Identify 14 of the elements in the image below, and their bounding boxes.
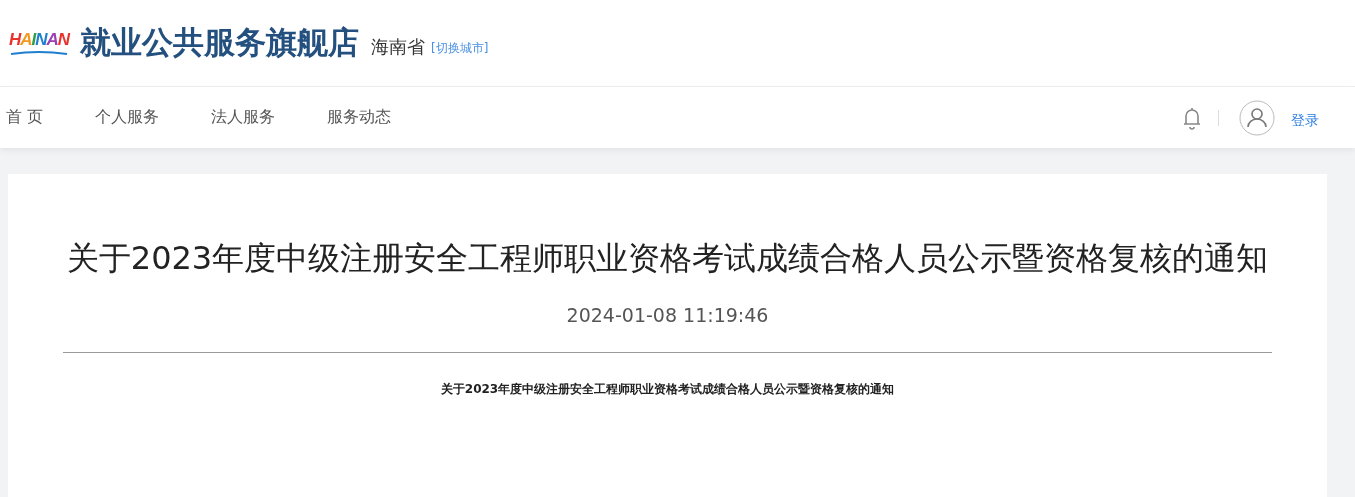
article-date: 2024-01-08 11:19:46 — [566, 304, 769, 326]
nav-tab[interactable]: 服务动态 — [327, 107, 392, 128]
logo: HAINAN — [8, 30, 70, 56]
nav-tab[interactable]: 个人服务 — [95, 107, 160, 128]
province-label: 海南省 — [371, 35, 425, 59]
nav-tab[interactable]: 首 页 — [6, 107, 44, 128]
user-avatar-icon[interactable] — [1239, 99, 1275, 136]
article-title: 关于2023年度中级注册安全工程师职业资格考试成绩合格人员公示暨资格复核的通知 — [66, 238, 1269, 279]
switch-city-link[interactable]: [切换城市] — [431, 39, 489, 57]
article-body-heading: 关于2023年度中级注册安全工程师职业资格考试成绩合格人员公示暨资格复核的通知 — [440, 381, 895, 398]
login-link[interactable]: 登录 — [1291, 111, 1319, 130]
site-title: 就业公共服务旗舰店 — [80, 23, 359, 62]
nav-tab[interactable]: 法人服务 — [211, 107, 276, 128]
bell-icon[interactable] — [1182, 105, 1202, 130]
